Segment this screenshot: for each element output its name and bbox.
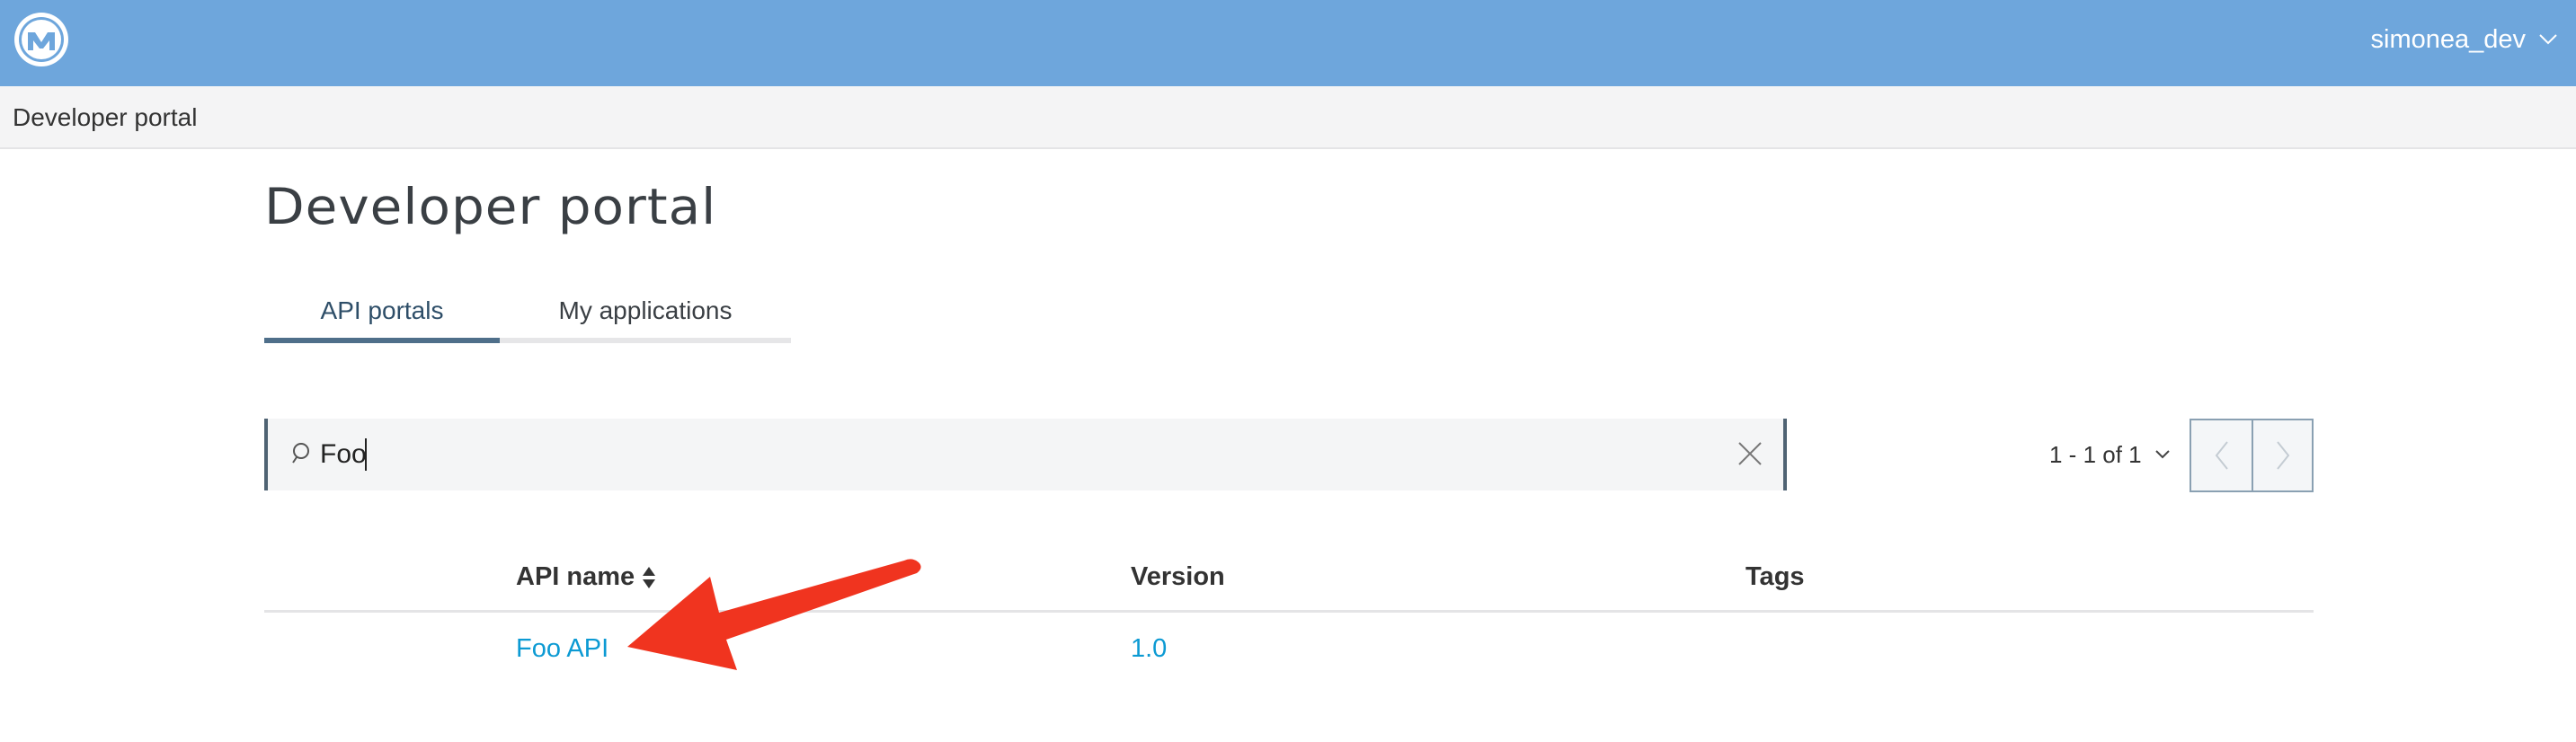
pagination-buttons <box>2190 419 2314 492</box>
pagination-range-dropdown[interactable]: 1 - 1 of 1 <box>2049 419 2171 490</box>
user-menu[interactable]: simonea_dev <box>2371 0 2559 79</box>
breadcrumb[interactable]: Developer portal <box>13 86 197 149</box>
tab-my-applications[interactable]: My applications <box>500 287 791 343</box>
search-icon <box>292 443 309 464</box>
next-page-button[interactable] <box>2252 420 2312 490</box>
close-icon[interactable] <box>1737 440 1763 467</box>
table-header: API name Version Tags <box>264 550 2314 613</box>
column-header-tags: Tags <box>1745 562 1805 591</box>
mulesoft-logo[interactable] <box>13 11 70 68</box>
column-header-label: API name <box>516 562 635 591</box>
breadcrumb-bar: Developer portal <box>0 86 2576 149</box>
column-header-version: Version <box>1131 562 1225 591</box>
chevron-down-icon <box>2539 34 2557 45</box>
chevron-down-icon <box>2154 450 2170 459</box>
table-row: Foo API 1.0 <box>264 613 2314 688</box>
chevron-left-icon <box>2215 441 2228 470</box>
api-version-link[interactable]: 1.0 <box>1131 634 1167 664</box>
tab-api-portals[interactable]: API portals <box>264 287 500 343</box>
api-name-link[interactable]: Foo API <box>516 634 608 664</box>
page-title: Developer portal <box>264 177 717 236</box>
username-label: simonea_dev <box>2370 24 2527 54</box>
search-box[interactable] <box>264 419 1787 490</box>
chevron-right-icon <box>2276 441 2289 470</box>
search-input[interactable] <box>320 419 1668 490</box>
pagination-range-label: 1 - 1 of 1 <box>2049 440 2142 468</box>
previous-page-button[interactable] <box>2191 420 2252 490</box>
top-navigation-bar: simonea_dev <box>0 0 2576 86</box>
tab-bar: API portals My applications <box>264 287 791 343</box>
text-caret <box>365 438 367 471</box>
annotation-arrow-icon <box>627 559 921 670</box>
